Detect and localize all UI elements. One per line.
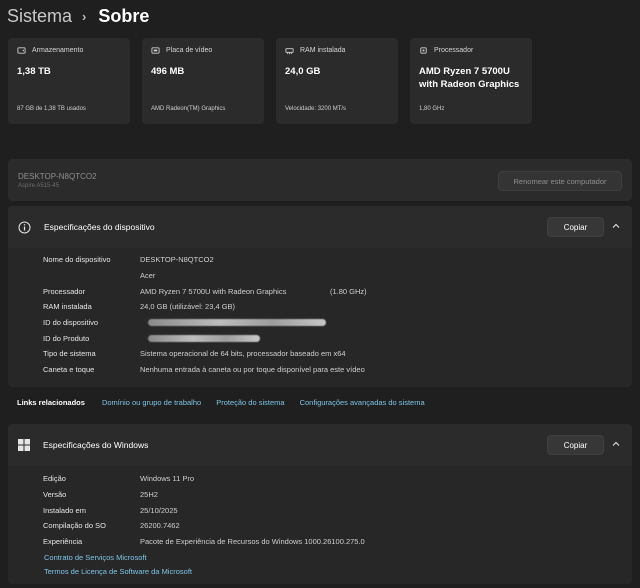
link-system-protection[interactable]: Proteção do sistema (216, 398, 284, 407)
cpu-icon (420, 47, 427, 54)
link-advanced-system-settings[interactable]: Configurações avançadas do sistema (300, 398, 425, 407)
copy-device-specs-button[interactable]: Copiar (547, 217, 604, 237)
spec-label: Nome do dispositivo (43, 255, 111, 264)
pc-name: DESKTOP-N8QTCO2 (18, 172, 97, 181)
card-sub: Velocidade: 3200 MT/s (285, 106, 347, 112)
card-title: Placa de vídeo (166, 47, 213, 54)
link-domain-workgroup[interactable]: Domínio ou grupo de trabalho (102, 398, 201, 407)
card-sub: AMD Radeon(TM) Graphics (151, 106, 226, 112)
windows-specs-title: Especificações do Windows (43, 440, 149, 450)
card-storage[interactable]: Armazenamento 1,38 TB 87 GB de 1,38 TB u… (8, 38, 130, 124)
spec-value: 24,0 GB (utilizável: 23,4 GB) (140, 302, 236, 311)
spec-value: AMD Ryzen 7 5700U with Radeon Graphics (140, 287, 287, 296)
card-value: AMD Ryzen 7 5700U with Radeon Graphics (419, 66, 520, 90)
spec-value-extra: (1.80 GHz) (330, 287, 367, 296)
spec-value: Nenhuma entrada à caneta ou por toque di… (140, 365, 365, 374)
spec-value: Windows 11 Pro (140, 474, 195, 483)
device-specs-header[interactable]: Especificações do dispositivo Copiar (8, 206, 632, 248)
card-title: RAM instalada (300, 47, 346, 54)
spec-value: Sistema operacional de 64 bits, processa… (140, 349, 346, 358)
gpu-icon (151, 47, 160, 54)
copy-windows-specs-button[interactable]: Copiar (547, 435, 604, 455)
card-title: Armazenamento (32, 47, 84, 54)
windows-specs-header[interactable]: Especificações do Windows Copiar (8, 424, 632, 466)
chevron-right-icon: › (82, 8, 87, 24)
spec-value: Acer (140, 271, 156, 280)
spec-label: ID do dispositivo (43, 318, 99, 327)
spec-value: 26200.7462 (140, 521, 180, 530)
spec-label: Processador (43, 287, 86, 296)
spec-value: 25H2 (140, 490, 158, 499)
info-icon (18, 221, 31, 233)
link-microsoft-software-license-terms[interactable]: Termos de Licença de Software da Microso… (44, 567, 192, 576)
card-sub: 1,80 GHz (419, 106, 445, 112)
spec-label: Tipo de sistema (43, 349, 96, 358)
spec-label: RAM instalada (43, 302, 92, 311)
redacted-product-id (148, 335, 260, 342)
device-specs-title: Especificações do dispositivo (44, 222, 155, 232)
spec-label: Instalado em (43, 506, 86, 515)
chevron-up-icon[interactable] (611, 221, 621, 231)
spec-value: Pacote de Experiência de Recursos do Win… (140, 537, 365, 546)
breadcrumb-parent-sistema[interactable]: Sistema (7, 6, 72, 27)
card-sub: 87 GB de 1,38 TB usados (17, 106, 86, 112)
card-gpu[interactable]: Placa de vídeo 496 MB AMD Radeon(TM) Gra… (142, 38, 264, 124)
summary-cards: Armazenamento 1,38 TB 87 GB de 1,38 TB u… (8, 38, 532, 124)
redacted-device-id (148, 319, 326, 326)
card-processor[interactable]: Processador AMD Ryzen 7 5700U with Radeo… (410, 38, 532, 124)
spec-label: Edição (43, 474, 66, 483)
storage-icon (17, 47, 26, 54)
related-links: Links relacionados Domínio ou grupo de t… (8, 389, 632, 415)
card-value: 24,0 GB (285, 66, 321, 77)
pc-name-section: DESKTOP-N8QTCO2 Aspire A515-45 Renomear … (8, 159, 632, 201)
ram-icon (285, 48, 294, 55)
card-value: 1,38 TB (17, 66, 51, 77)
card-value: 496 MB (151, 66, 185, 77)
spec-label: Versão (43, 490, 67, 499)
pc-model: Aspire A515-45 (18, 183, 60, 189)
spec-value: 25/10/2025 (140, 506, 178, 515)
spec-label: Caneta e toque (43, 365, 95, 374)
card-title: Processador (434, 47, 474, 54)
spec-label: Compilação do SO (43, 521, 106, 530)
spec-value: DESKTOP-N8QTCO2 (140, 255, 214, 264)
device-specs-panel: Especificações do dispositivo Copiar Nom… (8, 206, 632, 387)
rename-pc-button[interactable]: Renomear este computador (498, 171, 622, 191)
windows-logo-icon (18, 439, 30, 451)
card-ram[interactable]: RAM instalada 24,0 GB Velocidade: 3200 M… (276, 38, 398, 124)
link-microsoft-services-agreement[interactable]: Contrato de Serviços Microsoft (44, 553, 147, 562)
breadcrumb: Sistema › Sobre (7, 4, 149, 28)
related-links-label: Links relacionados (17, 397, 85, 407)
chevron-up-icon[interactable] (611, 439, 621, 449)
spec-label: Experiência (43, 537, 83, 546)
page-title: Sobre (98, 5, 150, 26)
spec-label: ID do Produto (43, 334, 90, 343)
